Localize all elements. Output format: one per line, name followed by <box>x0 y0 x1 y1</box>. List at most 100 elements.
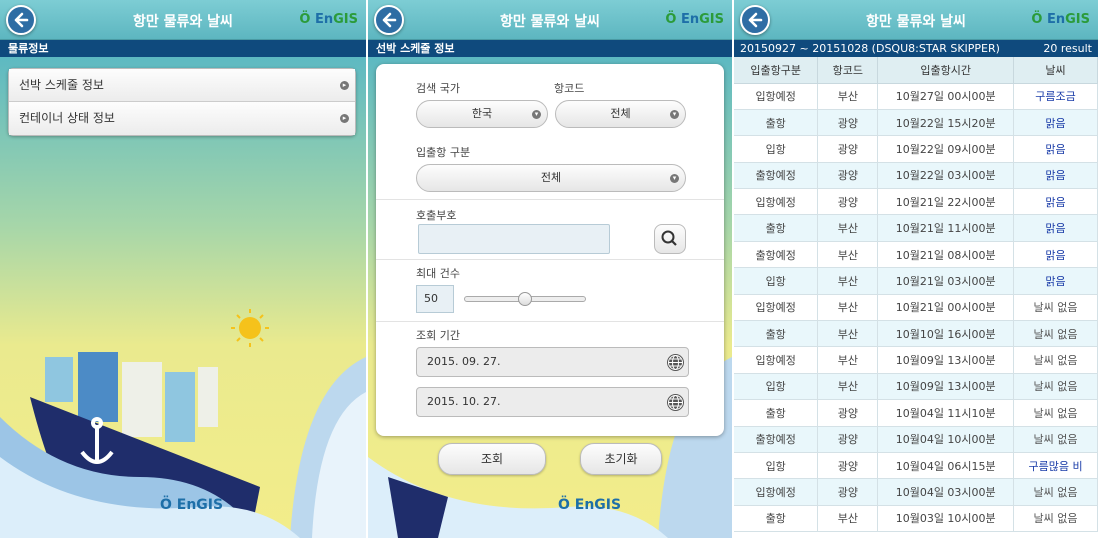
table-row[interactable]: 입항 부산 10월09일 13시00분 날씨 없음 <box>734 373 1098 401</box>
table-row[interactable]: 출항예정 광양 10월22일 03시00분 맑음 <box>734 162 1098 190</box>
table-cell: 출항 <box>734 399 819 427</box>
table-cell: 광양 <box>817 399 879 427</box>
table-cell: 입항예정 <box>734 346 819 374</box>
screen-ship-schedule-search: 항만 물류와 날씨 Ö EnGIS 선박 스케줄 정보 검색 국가 항코드 한국… <box>368 0 732 538</box>
table-body: 입항예정 부산 10월27일 00시00분 구름조금 출항 광양 10월22일 15시20분… <box>734 83 1098 533</box>
call-sign-label: 호출부호 <box>416 209 457 222</box>
table-row[interactable]: 출항 광양 10월04일 11시10분 날씨 없음 <box>734 399 1098 427</box>
table-cell: 구름많음 비 <box>1013 452 1098 480</box>
screen-schedule-results: 항만 물류와 날씨 Ö EnGIS 20150927 ~ 20151028 (D… <box>734 0 1098 538</box>
divider <box>376 259 724 260</box>
port-code-label: 항코드 <box>554 82 585 95</box>
table-cell: 10월22일 03시00분 <box>877 162 1015 190</box>
table-cell: 광양 <box>817 162 879 190</box>
schedule-table: 입출항구분 항코드 입출항시간 날씨 입항예정 부산 10월27일 00시00분 구름… <box>734 57 1098 533</box>
table-row[interactable]: 출항 부산 10월21일 11시00분 맑음 <box>734 214 1098 242</box>
chevron-right-icon: ▸ <box>340 114 349 123</box>
table-cell: 날씨 없음 <box>1013 478 1098 506</box>
calendar-globe-icon[interactable] <box>667 394 684 411</box>
table-cell: 입항예정 <box>734 188 819 216</box>
column-header[interactable]: 날씨 <box>1013 57 1098 84</box>
table-cell: 출항예정 <box>734 241 819 269</box>
menu-item-label: 컨테이너 상태 정보 <box>19 111 115 125</box>
date-from-field[interactable]: 2015. 09. 27. <box>416 347 689 377</box>
table-cell: 출항예정 <box>734 426 819 453</box>
table-cell: 10월03일 10시00분 <box>877 505 1015 533</box>
table-cell: 맑음 <box>1013 241 1098 269</box>
table-row[interactable]: 입항예정 부산 10월09일 13시00분 날씨 없음 <box>734 346 1098 374</box>
table-cell: 10월21일 22시00분 <box>877 188 1015 216</box>
menu-item-label: 선박 스케줄 정보 <box>19 78 104 92</box>
table-cell: 맑음 <box>1013 162 1098 190</box>
table-cell: 출항 <box>734 505 819 533</box>
menu-item-ship-schedule[interactable]: 선박 스케줄 정보 ▸ <box>9 69 355 102</box>
table-row[interactable]: 출항예정 부산 10월21일 08시00분 맑음 <box>734 241 1098 269</box>
table-cell: 맑음 <box>1013 135 1098 163</box>
table-cell: 10월04일 06시15분 <box>877 452 1015 480</box>
column-header[interactable]: 항코드 <box>817 57 879 84</box>
table-cell: 광양 <box>817 109 879 137</box>
table-row[interactable]: 입항 광양 10월22일 09시00분 맑음 <box>734 135 1098 163</box>
top-bar: 항만 물류와 날씨 Ö EnGIS <box>734 0 1098 40</box>
table-cell: 맑음 <box>1013 188 1098 216</box>
table-cell: 10월21일 11시00분 <box>877 214 1015 242</box>
engis-logo-bottom: Ö EnGIS <box>558 497 622 513</box>
max-count-slider-handle[interactable] <box>518 292 532 306</box>
table-row[interactable]: 입항 부산 10월21일 03시00분 맑음 <box>734 267 1098 295</box>
table-cell: 부산 <box>817 267 879 295</box>
table-row[interactable]: 출항 부산 10월03일 10시00분 날씨 없음 <box>734 505 1098 533</box>
table-cell: 10월04일 11시10분 <box>877 399 1015 427</box>
max-count-input[interactable]: 50 <box>416 285 454 313</box>
table-cell: 10월09일 13시00분 <box>877 346 1015 374</box>
screen-logistics-menu: 항만 물류와 날씨 Ö EnGIS 물류정보 선박 스케줄 정보 ▸ 컨테이너 … <box>0 0 366 538</box>
port-code-select[interactable]: 전체 ▾ <box>555 100 686 128</box>
table-cell: 광양 <box>817 426 879 453</box>
engis-logo: Ö EnGIS <box>665 12 724 27</box>
section-title: 물류정보 <box>0 40 366 57</box>
table-cell: 부산 <box>817 214 879 242</box>
io-type-label: 입출항 구분 <box>416 146 471 159</box>
max-count-label: 최대 건수 <box>416 267 460 280</box>
date-to-field[interactable]: 2015. 10. 27. <box>416 387 689 417</box>
table-cell: 입항 <box>734 452 819 480</box>
results-header: 20150927 ~ 20151028 (DSQU8:STAR SKIPPER)… <box>734 40 1098 57</box>
table-cell: 10월21일 08시00분 <box>877 241 1015 269</box>
top-bar: 항만 물류와 날씨 Ö EnGIS <box>0 0 366 40</box>
calendar-globe-icon[interactable] <box>667 354 684 371</box>
table-row[interactable]: 출항예정 광양 10월04일 10시00분 날씨 없음 <box>734 426 1098 453</box>
search-submit-button[interactable]: 조회 <box>438 443 546 475</box>
reset-button[interactable]: 초기화 <box>580 443 662 475</box>
table-row[interactable]: 입항예정 광양 10월04일 03시00분 날씨 없음 <box>734 478 1098 506</box>
results-count: 20 result <box>1043 42 1092 55</box>
table-cell: 광양 <box>817 478 879 506</box>
table-cell: 부산 <box>817 294 879 322</box>
table-cell: 광양 <box>817 188 879 216</box>
table-row[interactable]: 입항예정 부산 10월27일 00시00분 구름조금 <box>734 83 1098 110</box>
country-label: 검색 국가 <box>416 82 460 95</box>
table-row[interactable]: 출항 부산 10월10일 16시00분 날씨 없음 <box>734 320 1098 348</box>
table-row[interactable]: 출항 광양 10월22일 15시20분 맑음 <box>734 109 1098 137</box>
country-select[interactable]: 한국 ▾ <box>416 100 548 128</box>
table-row[interactable]: 입항예정 부산 10월21일 00시00분 날씨 없음 <box>734 294 1098 322</box>
table-cell: 광양 <box>817 452 879 480</box>
chevron-down-icon: ▾ <box>670 110 679 119</box>
table-row[interactable]: 입항예정 광양 10월21일 22시00분 맑음 <box>734 188 1098 216</box>
table-cell: 날씨 없음 <box>1013 399 1098 427</box>
column-header[interactable]: 입출항시간 <box>877 57 1015 84</box>
table-cell: 부산 <box>817 505 879 533</box>
chevron-down-icon: ▾ <box>670 174 679 183</box>
table-cell: 10월04일 10시00분 <box>877 426 1015 453</box>
engis-logo: Ö EnGIS <box>299 12 358 27</box>
table-cell: 날씨 없음 <box>1013 346 1098 374</box>
table-cell: 맑음 <box>1013 267 1098 295</box>
logistics-menu: 선박 스케줄 정보 ▸ 컨테이너 상태 정보 ▸ <box>8 68 356 136</box>
table-row[interactable]: 입항 광양 10월04일 06시15분 구름많음 비 <box>734 452 1098 480</box>
table-cell: 맑음 <box>1013 109 1098 137</box>
search-button[interactable] <box>654 224 686 254</box>
results-range: 20150927 ~ 20151028 (DSQU8:STAR SKIPPER) <box>740 42 1000 55</box>
table-cell: 입항 <box>734 267 819 295</box>
column-header[interactable]: 입출항구분 <box>734 57 819 84</box>
call-sign-input[interactable] <box>418 224 610 254</box>
menu-item-container-status[interactable]: 컨테이너 상태 정보 ▸ <box>9 102 355 135</box>
io-type-select[interactable]: 전체 ▾ <box>416 164 686 192</box>
